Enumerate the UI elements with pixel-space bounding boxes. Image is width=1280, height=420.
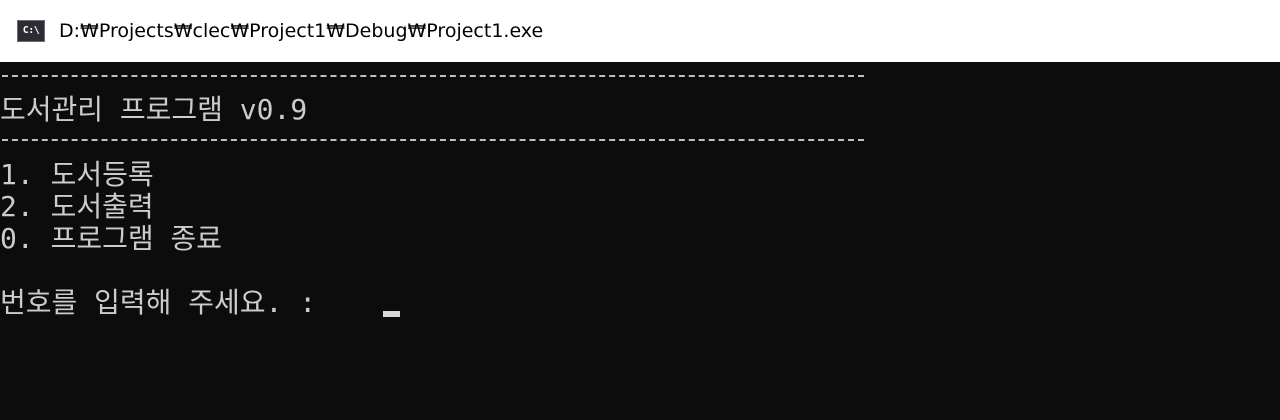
window-title: D:₩Projects₩clec₩Project1₩Debug₩Project1… bbox=[59, 20, 544, 42]
menu-item-exit: 0. 프로그램 종료 bbox=[0, 222, 222, 255]
console-window: C:\ D:₩Projects₩clec₩Project1₩Debug₩Proj… bbox=[0, 0, 1280, 420]
separator-line-bottom bbox=[2, 139, 864, 141]
console-app-icon[interactable]: C:\ bbox=[17, 20, 45, 42]
separator-line-top bbox=[2, 75, 864, 77]
text-cursor[interactable] bbox=[383, 311, 400, 317]
console-output[interactable]: 도서관리 프로그램 v0.9 1. 도서등록 2. 도서출력 0. 프로그램 종… bbox=[0, 62, 1280, 420]
program-header: 도서관리 프로그램 v0.9 bbox=[0, 93, 308, 126]
menu-item-print: 2. 도서출력 bbox=[0, 190, 154, 223]
title-bar[interactable]: C:\ D:₩Projects₩clec₩Project1₩Debug₩Proj… bbox=[0, 0, 1280, 62]
menu-item-register: 1. 도서등록 bbox=[0, 158, 154, 191]
input-prompt: 번호를 입력해 주세요. : bbox=[0, 286, 333, 319]
